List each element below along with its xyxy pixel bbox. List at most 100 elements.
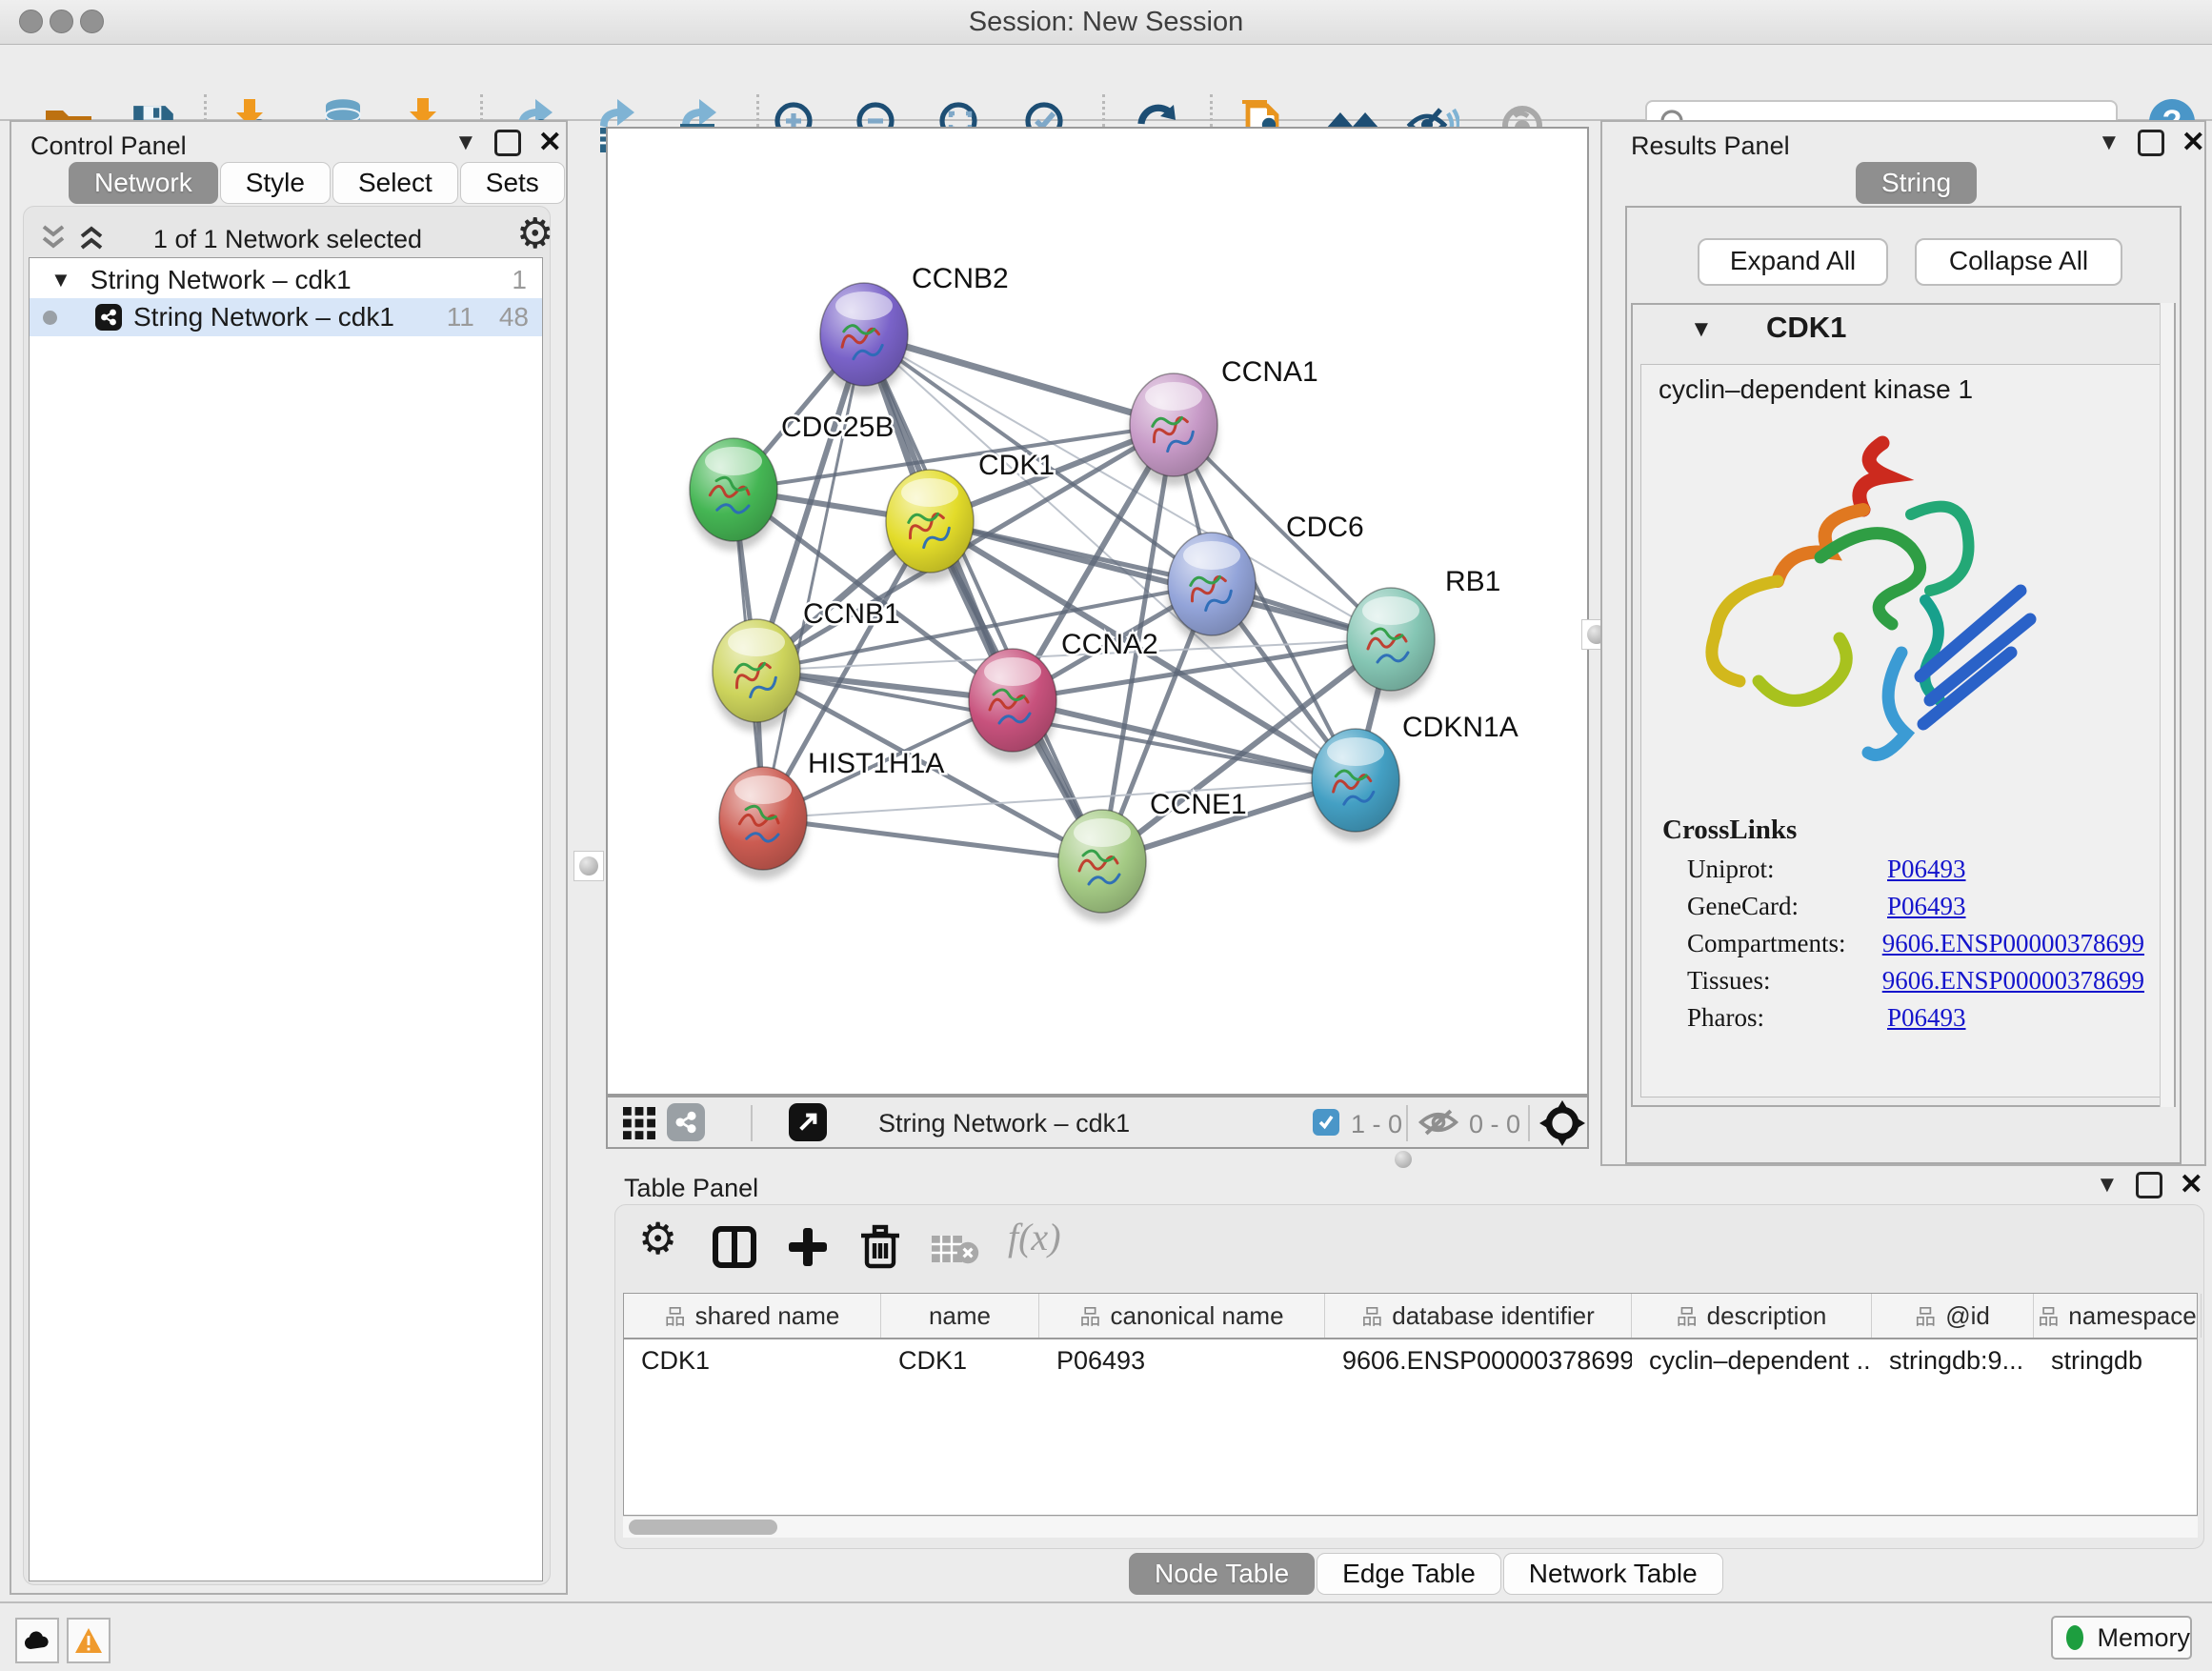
column-header-database-identifier[interactable]: 品 database identifier: [1325, 1294, 1632, 1338]
table-cell[interactable]: stringdb: [2034, 1339, 2202, 1381]
column-type-icon: 品: [1677, 1300, 1698, 1331]
table-cell[interactable]: CDK1: [881, 1339, 1039, 1381]
window-titlebar: Session: New Session: [0, 0, 2212, 45]
tab-select[interactable]: Select: [332, 162, 458, 204]
expand-all-button[interactable]: Expand All: [1698, 238, 1888, 286]
panel-menu-icon[interactable]: ▼: [2096, 1172, 2119, 1198]
network-node-CDK1[interactable]: [886, 470, 974, 582]
fit-crosshair-icon[interactable]: [1539, 1100, 1585, 1146]
network-edge-CCNB2-CCNA1[interactable]: [864, 334, 1174, 425]
network-options-gear-icon[interactable]: ⚙: [516, 210, 553, 258]
gene-expand-icon[interactable]: ▼: [1690, 316, 1713, 343]
panel-float-icon[interactable]: [2138, 130, 2164, 156]
column-header-label: namespace: [2068, 1301, 2196, 1331]
gene-detail-card: cyclin–dependent kinase 1 CrossLi: [1640, 364, 2168, 1097]
network-node-CCNB1[interactable]: [713, 619, 800, 732]
add-column-icon[interactable]: [787, 1226, 829, 1268]
memory-button[interactable]: Memory: [2051, 1616, 2192, 1660]
column-type-icon: 品: [1361, 1300, 1382, 1331]
collection-expand-icon[interactable]: ▼: [50, 268, 71, 292]
delete-column-icon[interactable]: [859, 1224, 901, 1270]
table-cell[interactable]: 9606.ENSP00000378699: [1325, 1339, 1632, 1381]
table-cell[interactable]: cyclin–dependent ...: [1632, 1339, 1872, 1381]
panel-menu-icon[interactable]: ▼: [2098, 130, 2121, 156]
network-node-CDKN1A[interactable]: [1312, 729, 1399, 841]
crosslink-value-link[interactable]: P06493: [1887, 892, 1966, 921]
network-node-RB1[interactable]: [1347, 588, 1435, 700]
panel-close-icon[interactable]: ✕: [2180, 1175, 2203, 1196]
network-node-CDC6[interactable]: [1168, 533, 1256, 645]
panel-close-icon[interactable]: ✕: [538, 132, 562, 153]
network-edge-HIST1H1A-CCNE1[interactable]: [763, 818, 1102, 861]
tab-string[interactable]: String: [1856, 162, 1977, 204]
table-horizontal-scrollbar[interactable]: [623, 1516, 2198, 1538]
crosslink-value-link[interactable]: 9606.ENSP00000378699: [1882, 929, 2144, 958]
network-node-CCNA2[interactable]: [969, 649, 1056, 761]
cloud-status-button[interactable]: [15, 1618, 59, 1663]
table-cell[interactable]: stringdb:9...: [1872, 1339, 2034, 1381]
network-collection-row[interactable]: ▼ String Network – cdk1 1: [30, 262, 542, 298]
network-node-HIST1H1A[interactable]: [719, 767, 807, 879]
show-columns-icon[interactable]: [713, 1226, 756, 1268]
panel-close-icon[interactable]: ✕: [2182, 132, 2205, 153]
network-node-CDC25B[interactable]: [690, 438, 777, 551]
network-row-selected[interactable]: String Network – cdk1 11 48: [30, 298, 542, 336]
network-node-CCNB2[interactable]: [820, 283, 908, 395]
table-row[interactable]: CDK1CDK1P064939606.ENSP00000378699cyclin…: [624, 1339, 2197, 1381]
node-label-CDC6: CDC6: [1286, 512, 1364, 543]
panel-float-icon[interactable]: [2136, 1172, 2162, 1198]
grid-view-icon[interactable]: [621, 1105, 657, 1141]
crosslink-row: GeneCard:P06493: [1687, 892, 2144, 921]
network-edge-count: 48: [499, 302, 529, 332]
column-header-label: database identifier: [1392, 1301, 1594, 1331]
control-panel-tabs: NetworkStyleSelectSets: [69, 162, 567, 204]
crosslink-value-link[interactable]: P06493: [1887, 1003, 1966, 1033]
panel-menu-icon[interactable]: ▼: [454, 130, 477, 156]
column-header-description[interactable]: 品description: [1632, 1294, 1872, 1338]
results-scrollbar[interactable]: [2160, 303, 2174, 1107]
footer-separator: [1528, 1105, 1530, 1141]
selected-checkbox-icon[interactable]: [1313, 1109, 1339, 1136]
node-label-CDKN1A: CDKN1A: [1402, 712, 1518, 743]
column-header-shared-name[interactable]: 品shared name: [624, 1294, 881, 1338]
tab-style[interactable]: Style: [220, 162, 331, 204]
gene-description: cyclin–dependent kinase 1: [1659, 374, 1973, 405]
control-panel-title: Control Panel: [30, 131, 187, 161]
network-graph[interactable]: CCNB2CCNA1CDC25BCDK1CDC6RB1CCNB1CCNA2CDK…: [608, 129, 1587, 1094]
tab-network-table[interactable]: Network Table: [1503, 1553, 1723, 1595]
network-view-icon[interactable]: [667, 1103, 705, 1141]
node-label-CDC25B: CDC25B: [781, 412, 894, 443]
table-settings-gear-icon[interactable]: ⚙: [638, 1213, 677, 1264]
expand-all-networks-icon[interactable]: [76, 223, 107, 252]
detach-view-button[interactable]: [789, 1103, 827, 1141]
tab-edge-table[interactable]: Edge Table: [1317, 1553, 1501, 1595]
tab-node-table[interactable]: Node Table: [1129, 1553, 1315, 1595]
column-header-namespace[interactable]: 品namespace: [2034, 1294, 2202, 1338]
results-panel: Results Panel ▼ ✕ String Expand All Coll…: [1600, 120, 2206, 1166]
crosslink-label: Uniprot:: [1687, 855, 1887, 884]
network-node-CCNA1[interactable]: [1130, 373, 1217, 486]
crosslinks-list: Uniprot:P06493GeneCard:P06493Compartment…: [1687, 855, 2144, 1040]
table-cell[interactable]: P06493: [1039, 1339, 1325, 1381]
collapse-all-networks-icon[interactable]: [38, 223, 69, 252]
crosslink-value-link[interactable]: 9606.ENSP00000378699: [1882, 966, 2144, 996]
column-header-name[interactable]: name: [881, 1294, 1039, 1338]
network-view-canvas[interactable]: CCNB2CCNA1CDC25BCDK1CDC6RB1CCNB1CCNA2CDK…: [606, 127, 1589, 1096]
collapse-all-button[interactable]: Collapse All: [1915, 238, 2122, 286]
node-label-CDK1: CDK1: [978, 450, 1055, 481]
tab-sets[interactable]: Sets: [460, 162, 565, 204]
scrollbar-thumb[interactable]: [629, 1520, 777, 1535]
node-label-CCNE1: CCNE1: [1150, 789, 1247, 820]
left-splitter-handle[interactable]: [573, 851, 604, 881]
tab-network[interactable]: Network: [69, 162, 218, 204]
column-header-@id[interactable]: 品@id: [1872, 1294, 2034, 1338]
table-cell[interactable]: CDK1: [624, 1339, 881, 1381]
main-toolbar: ?: [0, 45, 2212, 121]
warning-status-button[interactable]: [67, 1618, 111, 1663]
panel-float-icon[interactable]: [494, 130, 521, 156]
crosslink-row: Uniprot:P06493: [1687, 855, 2144, 884]
crosslink-value-link[interactable]: P06493: [1887, 855, 1966, 884]
network-node-CCNE1[interactable]: [1058, 810, 1146, 922]
delete-table-icon: [930, 1232, 979, 1266]
column-header-canonical-name[interactable]: 品canonical name: [1039, 1294, 1325, 1338]
